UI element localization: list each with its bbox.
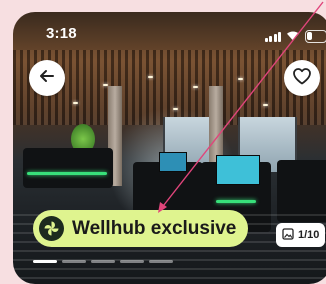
favorite-button[interactable] (284, 60, 320, 96)
pager-dot (120, 260, 144, 263)
photo-light (73, 102, 78, 104)
gallery-pager (33, 260, 173, 263)
photo-light (148, 76, 153, 78)
battery-icon (305, 30, 326, 43)
photo-counter-label: 1/10 (298, 229, 320, 241)
photo-counter[interactable]: 1/10 (276, 223, 326, 247)
photo-treadmill-row (23, 148, 113, 188)
pager-dot (62, 260, 86, 263)
photo-light (263, 104, 268, 106)
photo-glow (216, 200, 256, 203)
pager-dot (91, 260, 115, 263)
photo-screen (159, 152, 187, 172)
status-bar: 3:18 (13, 12, 326, 50)
heart-outline-icon (292, 67, 312, 90)
wifi-icon (286, 28, 300, 46)
photo-machine (277, 160, 326, 222)
back-button[interactable] (29, 60, 65, 96)
status-icons (264, 28, 326, 46)
cellular-signal-icon (264, 32, 281, 42)
photo-glow (27, 172, 107, 175)
photo-light (193, 86, 198, 88)
arrow-left-icon (38, 67, 56, 90)
pager-dot (33, 260, 57, 263)
wellhub-logo-icon (39, 216, 64, 241)
pager-dot (149, 260, 173, 263)
badge-label: Wellhub exclusive (72, 217, 237, 239)
image-icon (282, 227, 294, 243)
wellhub-exclusive-badge: Wellhub exclusive (33, 210, 249, 247)
photo-screen (216, 155, 260, 185)
status-time: 3:18 (46, 25, 77, 42)
photo-light (238, 78, 243, 80)
gym-photo-gallery[interactable]: Wellhub exclusive 1/10 3:18 (13, 12, 326, 284)
photo-light (173, 108, 178, 110)
